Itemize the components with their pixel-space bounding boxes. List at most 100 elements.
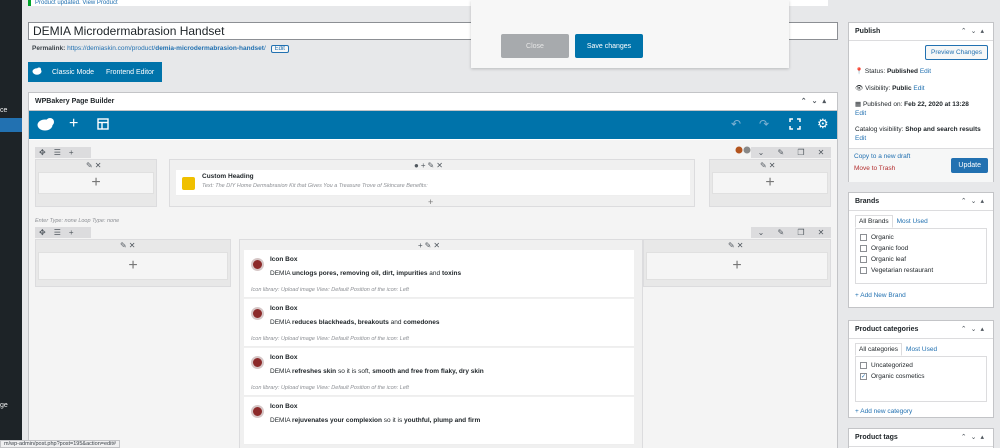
row-edit-icon[interactable]: ✎ [777, 228, 784, 237]
settings-gear-icon[interactable]: ⚙ [817, 116, 829, 132]
icon-box-element[interactable]: Icon Box DEMIA rejuvenates your complexi… [244, 397, 634, 445]
icon-box-element[interactable]: Icon Box DEMIA reduces blackheads, break… [244, 299, 634, 347]
add-element-button[interactable]: + [646, 252, 828, 280]
add-element-icon[interactable]: + [69, 115, 78, 133]
icon-box-image-icon [251, 356, 264, 369]
add-element-icon[interactable]: + [428, 197, 433, 207]
icon-box-element[interactable]: Icon Box DEMIA unclogs pores, removing o… [244, 250, 634, 298]
move-to-trash-link[interactable]: Move to Trash [854, 165, 895, 172]
copy-draft-link[interactable]: Copy to a new draft [854, 153, 910, 160]
tab-all-brands[interactable]: All Brands [855, 215, 893, 228]
element-title: Icon Box [270, 256, 298, 263]
row-add-icon[interactable]: + [69, 228, 74, 237]
admin-menu-item[interactable]: ge [0, 402, 8, 409]
element-title: Icon Box [270, 305, 298, 312]
preview-changes-button[interactable]: Preview Changes [925, 45, 988, 60]
catalog-edit-link[interactable]: Edit [855, 135, 866, 142]
frontend-editor-button[interactable]: Frontend Editor [100, 69, 160, 76]
update-button[interactable]: Update [951, 158, 988, 173]
icon-box-image-icon [251, 258, 264, 271]
color-picker-icon[interactable] [735, 146, 753, 156]
row-controls[interactable]: ✥ ☰ + [35, 227, 91, 238]
redo-icon[interactable]: ↷ [759, 117, 769, 131]
status-edit-link[interactable]: Edit [920, 68, 931, 75]
permalink-edit-button[interactable]: Edit [270, 45, 289, 53]
catalog-visibility-row: Catalog visibility: Shop and search resu… [855, 126, 981, 142]
permalink-link[interactable]: https://demiaskin.com/product/demia-micr… [67, 45, 266, 52]
row-layout-icon[interactable]: ☰ [54, 148, 61, 157]
icon-box-element[interactable]: Icon Box DEMIA refreshes skin so it is s… [244, 348, 634, 396]
tab-all-categories[interactable]: All categories [855, 343, 903, 356]
column-edit-icon[interactable]: ✎✕ [120, 241, 137, 250]
add-category-link[interactable]: + Add new category [855, 408, 987, 415]
column-edit-icon[interactable]: ✎✕ [760, 161, 777, 170]
tab-most-used[interactable]: Most Used [902, 343, 941, 356]
add-element-button[interactable]: + [712, 172, 828, 194]
product-categories-box: Product categories ⌃⌄▴ All categories Mos… [848, 320, 994, 418]
published-edit-link[interactable]: Edit [855, 110, 866, 117]
categories-title: Product categories [855, 326, 919, 333]
fullscreen-icon[interactable] [789, 118, 801, 132]
row-delete-icon[interactable]: ✕ [818, 228, 825, 237]
panel-controls[interactable]: ⌃⌄▴ [961, 193, 988, 211]
panel-controls[interactable]: ⌃⌄▴ [961, 321, 988, 339]
element-text: DEMIA refreshes skin so it is soft, smoo… [270, 368, 484, 375]
permalink-base: https://demiaskin.com/product/ [67, 45, 156, 52]
add-element-button[interactable]: + [38, 252, 228, 280]
row-layout-icon[interactable]: ☰ [54, 228, 61, 237]
panel-controls[interactable]: ⌃⌄▴ [961, 23, 988, 41]
row-move-icon[interactable]: ✥ [39, 148, 46, 157]
brand-checkbox[interactable]: Organic leaf [860, 254, 982, 265]
admin-menu-item[interactable]: ce [0, 107, 7, 114]
undo-icon[interactable]: ↶ [731, 117, 741, 131]
column: ✎✕ + [35, 239, 231, 287]
classic-mode-button[interactable]: Classic Mode [46, 69, 100, 76]
add-element-button[interactable]: + [38, 172, 154, 194]
row-actions[interactable]: ⌄ ✎ ❐ ✕ [751, 147, 831, 158]
categories-tabs: All categories Most Used [855, 343, 987, 356]
categories-checklist: Uncategorized ✓ Organic cosmetics [855, 356, 987, 402]
brand-checkbox[interactable]: Organic food [860, 243, 982, 254]
row-controls[interactable]: ✥ ☰ + [35, 147, 91, 158]
wpbakery-logo-icon[interactable] [37, 117, 55, 133]
pin-icon: 📍 [855, 68, 864, 75]
category-checkbox[interactable]: Uncategorized [860, 360, 982, 371]
row-add-icon[interactable]: + [69, 148, 74, 157]
column-edit-icon[interactable]: ✎✕ [728, 241, 745, 250]
visibility-edit-link[interactable]: Edit [913, 85, 924, 92]
brands-header: Brands ⌃⌄▴ [849, 193, 993, 211]
row-move-icon[interactable]: ✥ [39, 228, 46, 237]
editor-mode-bar: Classic Mode Frontend Editor [28, 62, 162, 82]
admin-menu-current[interactable] [0, 118, 22, 132]
brand-checkbox[interactable]: Vegetarian restaurant [860, 265, 982, 276]
save-changes-button[interactable]: Save changes [575, 34, 643, 58]
brands-box: Brands ⌃⌄▴ All Brands Most Used Organic O… [848, 192, 994, 308]
row-delete-icon[interactable]: ✕ [818, 148, 825, 157]
category-checkbox[interactable]: ✓ Organic cosmetics [860, 371, 982, 382]
right-sidebar: Publish ⌃⌄▴ Preview Changes 📍 Status: Pub… [842, 0, 1000, 448]
calendar-icon: ▦ [855, 101, 862, 108]
row-clone-icon[interactable]: ❐ [797, 228, 804, 237]
templates-icon[interactable] [97, 118, 109, 132]
column-edit-icon[interactable]: +✎✕ [418, 241, 442, 250]
permalink-label: Permalink: [32, 45, 66, 52]
publish-box: Publish ⌃⌄▴ Preview Changes 📍 Status: Pub… [848, 22, 994, 182]
close-button[interactable]: Close [501, 34, 569, 58]
column-edit-icon[interactable]: ●+✎✕ [414, 161, 445, 170]
row-toggle-icon[interactable]: ⌄ [758, 228, 765, 237]
brand-checkbox[interactable]: Organic [860, 232, 982, 243]
row-actions[interactable]: ⌄ ✎ ❐ ✕ [751, 227, 831, 238]
row-edit-icon[interactable]: ✎ [777, 148, 784, 157]
tab-most-used[interactable]: Most Used [893, 215, 932, 228]
categories-header: Product categories ⌃⌄▴ [849, 321, 993, 339]
wpbakery-panel: WPBakery Page Builder ⌃⌄▴ + ↶ ↷ ⚙ ✥ ☰ + [28, 92, 838, 448]
add-brand-link[interactable]: + Add New Brand [855, 292, 987, 299]
element-meta: Icon library: Upload image View: Default… [251, 385, 409, 391]
panel-controls[interactable]: ⌃⌄▴ [961, 429, 988, 447]
wpbakery-logo-icon [28, 67, 46, 77]
row-clone-icon[interactable]: ❐ [797, 148, 804, 157]
panel-controls[interactable]: ⌃⌄▴ [801, 97, 831, 105]
column-edit-icon[interactable]: ✎✕ [86, 161, 103, 170]
custom-heading-element[interactable]: Custom Heading Text: The DIY Home Dermab… [176, 170, 690, 196]
row-toggle-icon[interactable]: ⌄ [758, 148, 765, 157]
